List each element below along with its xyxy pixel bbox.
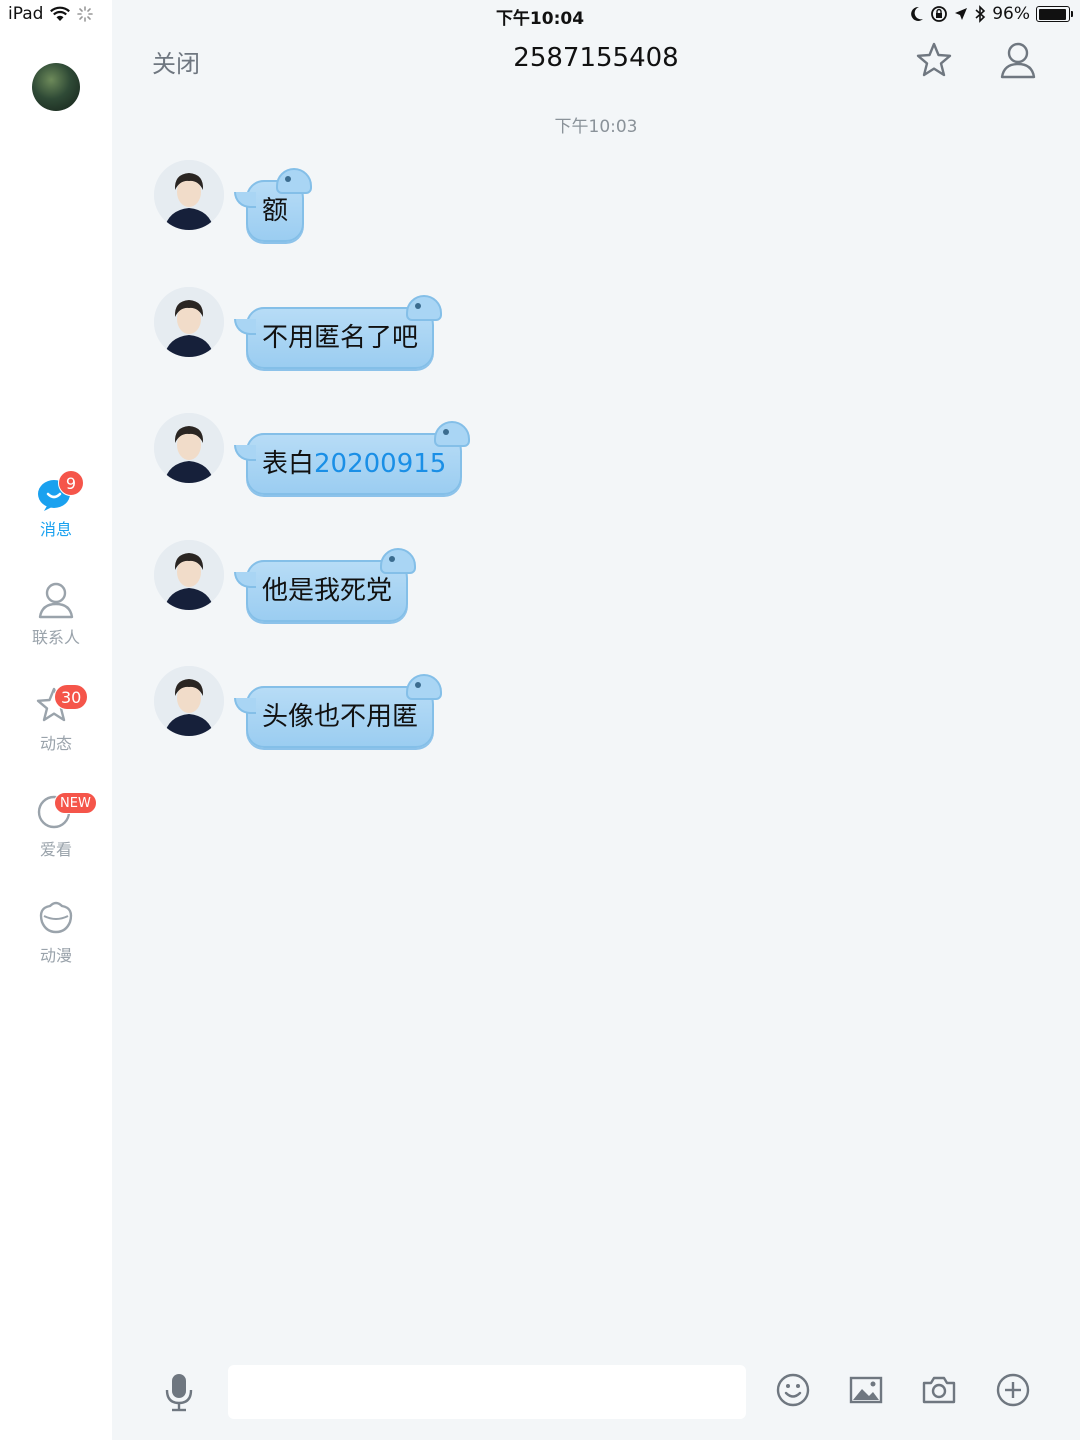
sender-avatar[interactable] <box>154 540 224 610</box>
location-arrow-icon <box>955 8 968 20</box>
sidebar-item-label: 动态 <box>39 734 72 753</box>
image-picture-icon[interactable] <box>848 1372 884 1408</box>
sidebar-item-aikan[interactable]: NEW 爱看 <box>0 792 112 860</box>
profile-person-icon[interactable] <box>998 40 1038 80</box>
sender-avatar[interactable] <box>154 666 224 736</box>
message-text: 额 <box>262 196 289 226</box>
bubble-tail <box>234 572 256 588</box>
bubble-tail <box>234 319 256 335</box>
microphone-icon[interactable] <box>164 1372 194 1412</box>
message-text: 头像也不用匿 <box>262 702 419 732</box>
bubble-tail <box>234 698 256 714</box>
bubble-ear-decoration <box>380 548 417 574</box>
message-text: 表白 <box>262 449 315 479</box>
message-bubble-icon: 9 <box>36 470 84 512</box>
bubble-ear-decoration <box>434 421 471 447</box>
sidebar-item-anime[interactable]: 动漫 <box>0 898 112 966</box>
sidebar-item-label: 爱看 <box>39 840 72 859</box>
bubble-tail <box>234 192 256 208</box>
anime-head-icon <box>36 898 76 938</box>
sidebar: 9 消息 联系人 30 动态 NEW 爱看 动漫 <box>0 0 112 1440</box>
sidebar-item-feeds[interactable]: 30 动态 <box>0 684 112 754</box>
favorite-star-icon[interactable] <box>914 40 954 80</box>
sender-avatar[interactable] <box>154 287 224 357</box>
bluetooth-icon <box>975 5 986 23</box>
chat-header: 关闭 2587155408 <box>112 30 1080 90</box>
rotation-lock-icon <box>931 6 948 22</box>
bubble-ear-decoration <box>406 295 443 321</box>
bubble-ear-decoration <box>406 674 443 700</box>
battery-percent: 96% <box>992 4 1030 24</box>
message-bubble[interactable]: 他是我死党 <box>234 548 417 622</box>
message-input[interactable] <box>228 1365 746 1419</box>
message-bubble[interactable]: 不用匿名了吧 <box>234 295 443 369</box>
sidebar-item-label: 消息 <box>39 520 72 539</box>
messages-badge: 9 <box>58 470 84 496</box>
status-right: 96% <box>910 4 1073 24</box>
sender-avatar[interactable] <box>154 160 224 230</box>
bubble-tail <box>234 445 256 461</box>
chat-timestamp: 下午10:03 <box>554 117 638 137</box>
watch-circle-icon: NEW <box>36 792 97 832</box>
message-bubble[interactable]: 额 <box>234 168 313 242</box>
message-text: 不用匿名了吧 <box>262 323 419 353</box>
message-number-link[interactable]: 20200915 <box>314 449 446 479</box>
sender-avatar[interactable] <box>154 413 224 483</box>
contact-person-icon <box>36 580 76 620</box>
profile-avatar[interactable] <box>32 63 80 111</box>
plus-add-icon[interactable] <box>995 1372 1031 1408</box>
sidebar-item-contacts[interactable]: 联系人 <box>0 580 112 648</box>
bubble-ear-decoration <box>276 168 313 194</box>
battery-icon <box>1036 6 1073 22</box>
moon-icon <box>911 6 924 21</box>
message-bubble[interactable]: 表白20200915 <box>234 421 471 495</box>
emoji-smiley-icon[interactable] <box>775 1372 811 1408</box>
star-icon: 30 <box>36 684 89 726</box>
sidebar-item-label: 动漫 <box>39 946 72 965</box>
sidebar-item-label: 联系人 <box>31 628 80 647</box>
battery-fill <box>1038 8 1067 20</box>
message-bubble[interactable]: 头像也不用匿 <box>234 674 443 748</box>
sidebar-item-messages[interactable]: 9 消息 <box>0 470 112 540</box>
camera-icon[interactable] <box>921 1372 957 1408</box>
feeds-badge: 30 <box>54 684 89 710</box>
status-bar: iPad 下午10:04 96% <box>0 0 1080 30</box>
message-text: 他是我死党 <box>262 576 393 606</box>
aikan-badge: NEW <box>54 792 97 814</box>
input-bar <box>112 1350 1080 1430</box>
